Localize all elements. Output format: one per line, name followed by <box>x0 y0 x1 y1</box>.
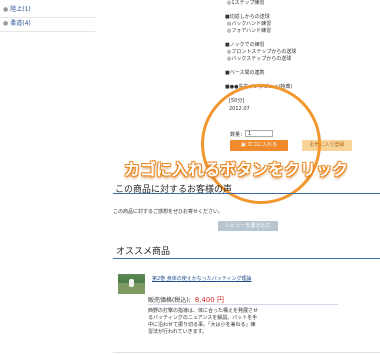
sidebar-item-judo[interactable]: ● 柔道(4) <box>0 14 95 32</box>
divider <box>113 352 380 353</box>
reviews-title: この商品に対するお客様の声 <box>115 185 233 195</box>
price-value: 8,400 円 <box>194 296 224 304</box>
sidebar-item-label: 柔道(4) <box>10 20 31 27</box>
recommend-section: オススメ商品 <box>113 244 380 259</box>
write-review-button[interactable]: レビューを書き込む <box>218 221 278 231</box>
list-item: ◎フォアハンド練習 <box>227 28 272 34</box>
list-item: ■ノックでの練習 <box>225 42 265 48</box>
bullet-icon: ● <box>3 20 9 27</box>
list-item: ◎フロントステップからの送球 <box>227 49 297 55</box>
instruction-caption: カゴに入れるボタンをクリック <box>123 160 348 179</box>
price-label: 販売価格(税込): <box>148 297 191 304</box>
bullet-icon: ● <box>3 6 9 13</box>
sidebar-item-label: 陸上(1) <box>10 6 31 13</box>
recommend-title: オススメ商品 <box>116 247 171 257</box>
reviews-section: この商品に対するお客様の声 この商品に対するご感想をぜひお寄せください。 レビュ… <box>113 180 380 231</box>
contents-list: ◎1ステップ練習 ■切返しからの送球 ◎バックハンド練習 ◎フォアハンド練習 ■… <box>225 0 375 91</box>
list-item: ◎1ステップ練習 <box>227 0 265 6</box>
list-item: ◎バックステップからの送球 <box>227 56 292 62</box>
reviews-empty-text: この商品に対するご感想をぜひお寄せください。 <box>113 209 224 215</box>
price-line: 販売価格(税込): 8,400 円 <box>148 295 338 305</box>
list-item: ■ベース間の連携 <box>225 70 265 76</box>
product-description: 西野の打撃の指導は、体に合った構えを発展させるバッティングのニュアンスを解説。バ… <box>148 308 259 335</box>
thumbnail-player <box>129 279 134 287</box>
product-thumbnail[interactable] <box>118 274 145 294</box>
product-title-link[interactable]: 第2巻 身体の使えかなったバッティング理論 <box>152 276 262 283</box>
list-item: ■切返しからの送球 <box>225 14 270 20</box>
list-item: ◎バックハンド練習 <box>227 21 272 27</box>
category-sidebar: ● 陸上(1) ● 柔道(4) <box>0 0 95 40</box>
divider <box>113 258 380 259</box>
